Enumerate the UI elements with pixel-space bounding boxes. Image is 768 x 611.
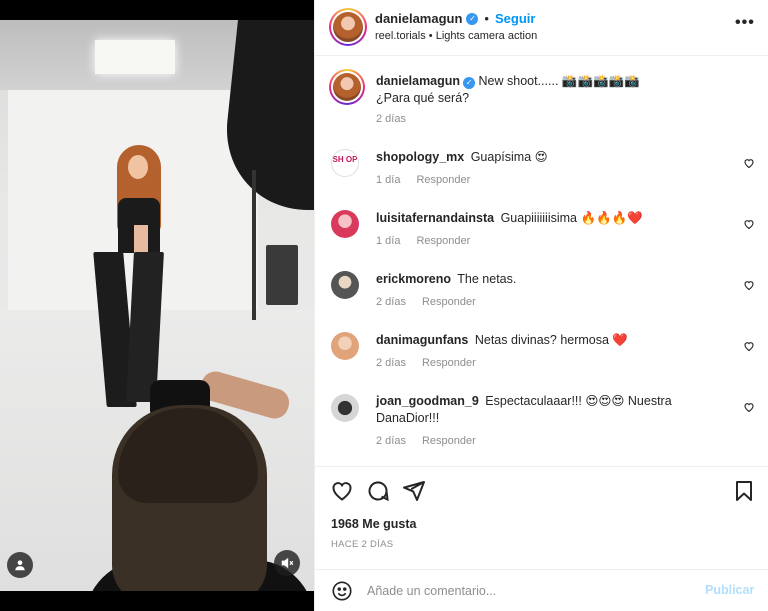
mute-button[interactable] — [274, 550, 300, 576]
more-options-button[interactable]: ••• — [735, 14, 755, 32]
share-icon[interactable] — [402, 479, 426, 503]
comment-time: 2 días — [376, 296, 406, 308]
reply-button[interactable]: Responder — [422, 435, 476, 447]
author-username[interactable]: danielamagun — [375, 11, 462, 26]
post-date: HACE 2 DÍAS — [331, 539, 394, 550]
comment-like-icon[interactable] — [743, 340, 755, 352]
comment-composer: Publicar — [315, 569, 768, 611]
user-tag-icon — [15, 560, 25, 571]
commenter-avatar[interactable] — [331, 394, 359, 422]
comment-time: 1 día — [376, 235, 401, 247]
comment-like-icon[interactable] — [743, 279, 755, 291]
action-bar: 1968 Me gusta HACE 2 DÍAS — [315, 466, 768, 562]
commenter-username[interactable]: joan_goodman_9 — [376, 394, 479, 408]
author-avatar[interactable] — [329, 8, 367, 46]
comment-icon[interactable] — [366, 479, 390, 503]
comment-like-icon[interactable] — [743, 157, 755, 169]
comment-time: 2 días — [376, 435, 406, 447]
comment-time: 2 días — [376, 357, 406, 369]
post-header: danielamagun ✓ • Seguir reel.torials • L… — [315, 0, 768, 56]
comment-like-icon[interactable] — [743, 401, 755, 413]
comment-text: The netas. — [457, 272, 517, 286]
caption-username[interactable]: danielamagun — [376, 74, 460, 88]
emoji-icon[interactable] — [331, 580, 353, 602]
audio-link[interactable]: reel.torials • Lights camera action — [375, 30, 537, 42]
post-sidebar: danielamagun ✓ • Seguir reel.torials • L… — [314, 0, 768, 611]
tagged-users-button[interactable] — [7, 552, 33, 578]
reply-button[interactable]: Responder — [416, 174, 470, 186]
caption-avatar[interactable] — [329, 69, 365, 105]
speaker-muted-icon — [281, 557, 294, 569]
separator-dot: • — [484, 11, 489, 26]
caption-text: New shoot...... 📸📸📸📸📸 — [478, 74, 640, 88]
likes-count[interactable]: 1968 Me gusta — [331, 517, 416, 531]
photo-scene — [0, 20, 314, 591]
commenter-username[interactable]: luisitafernandainsta — [376, 211, 494, 225]
commenter-avatar[interactable] — [331, 210, 359, 238]
post-media[interactable] — [0, 0, 314, 611]
caption-time: 2 días — [376, 113, 406, 125]
comment-text: Netas divinas? hermosa ❤️ — [474, 333, 628, 347]
comment-input[interactable] — [367, 581, 687, 601]
comments-list[interactable]: danielamagun ✓ New shoot...... 📸📸📸📸📸 ¿Par… — [315, 57, 768, 465]
comment-time: 1 día — [376, 174, 401, 186]
verified-icon: ✓ — [463, 76, 476, 89]
commenter-username[interactable]: danimagunfans — [376, 333, 468, 347]
heart-icon[interactable] — [330, 479, 354, 503]
reply-button[interactable]: Responder — [416, 235, 470, 247]
bookmark-icon[interactable] — [732, 479, 756, 503]
reply-button[interactable]: Responder — [422, 357, 476, 369]
comment-like-icon[interactable] — [743, 218, 755, 230]
comment-text: Guapiiiiiiisima 🔥🔥🔥❤️ — [500, 211, 643, 225]
comment-text: Guapísima 😍 — [470, 150, 548, 164]
commenter-username[interactable]: shopology_mx — [376, 150, 464, 164]
verified-icon: ✓ — [466, 12, 479, 25]
commenter-avatar[interactable] — [331, 332, 359, 360]
commenter-avatar[interactable] — [331, 271, 359, 299]
caption-text-line2: ¿Para qué será? — [376, 91, 470, 105]
follow-button[interactable]: Seguir — [495, 11, 535, 26]
publish-button[interactable]: Publicar — [705, 583, 754, 597]
reply-button[interactable]: Responder — [422, 296, 476, 308]
post-modal: danielamagun ✓ • Seguir reel.torials • L… — [0, 0, 768, 611]
commenter-username[interactable]: erickmoreno — [376, 272, 451, 286]
commenter-avatar[interactable]: SH OP — [331, 149, 359, 177]
